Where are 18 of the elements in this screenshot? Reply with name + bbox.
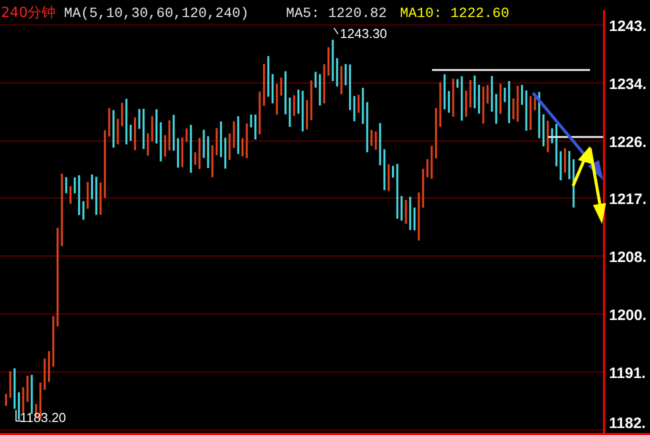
price-axis-label: 1200. — [609, 307, 647, 324]
price-axis-label: 1226. — [609, 134, 647, 151]
support-line — [548, 136, 603, 138]
price-marker-label: 1183.20 — [20, 410, 66, 425]
indicator-label: MA(5,10,30,60,120,240) — [64, 6, 249, 22]
price-axis-label: 1234. — [609, 76, 647, 93]
price-axis-label: 1243. — [609, 18, 647, 35]
price-axis-label: 1191. — [609, 365, 646, 382]
price-axis-label: 1182. — [609, 415, 646, 432]
ma-reading: MA10: 1222.60 — [400, 6, 510, 22]
leader-line — [334, 28, 338, 34]
rebound-arrow — [572, 146, 592, 187]
price-axis-label: 1217. — [609, 191, 647, 208]
leader-line — [16, 410, 22, 422]
price-axis-label: 1208. — [609, 249, 647, 266]
price-marker-label: 1243.30 — [340, 26, 387, 41]
period-label: 240分钟 — [1, 5, 56, 21]
ma-reading: MA5: 1220.82 — [286, 6, 387, 22]
